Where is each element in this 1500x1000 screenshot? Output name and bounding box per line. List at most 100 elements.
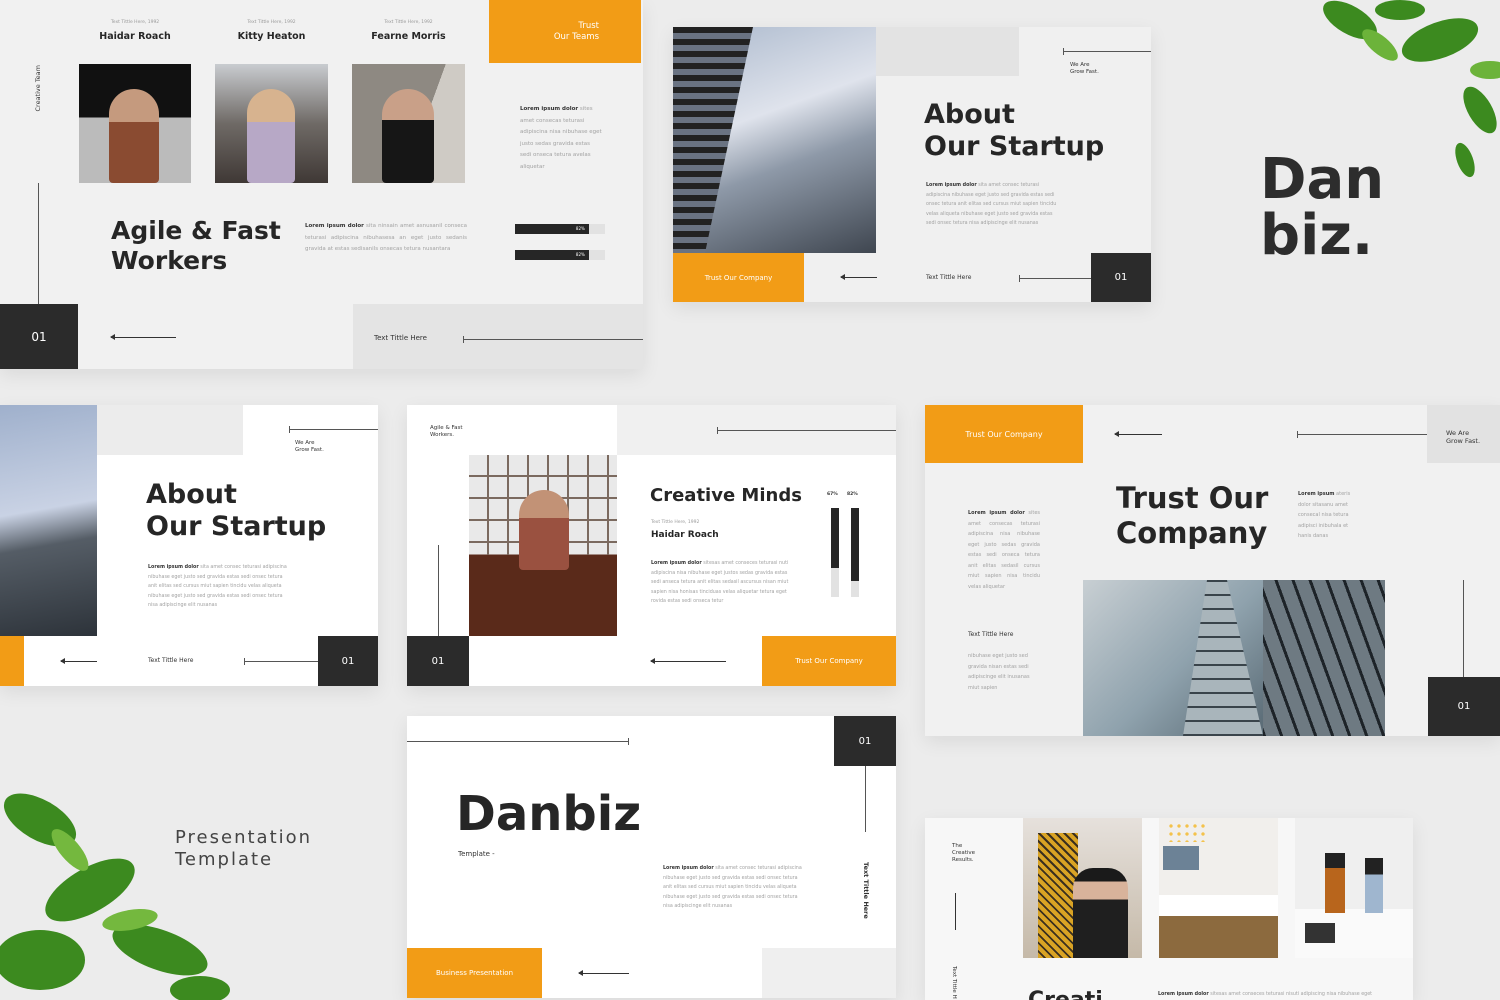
body-text: Lorem ipsum dolor sita amet consec tetur… [926,183,1057,227]
member-caption: Text Tittle Here, 1992 [247,20,296,25]
member-photo [79,64,191,183]
page-number: 01 [0,304,78,369]
arrow-left-icon[interactable] [1114,431,1162,437]
body-text: Lorem ipsum dolor sitesas amet conseces … [651,561,789,605]
team-member: Text Tittle Here, 1992 Fearne Morris [352,20,465,42]
divider [865,766,866,832]
tagline: Presentation Template [175,827,313,870]
arrow-left-icon[interactable] [110,334,176,340]
member-name: Haidar Roach [99,31,171,42]
vertical-title: Text Tittle Here [862,862,870,919]
slide-about-top[interactable]: Trust Our Company We Are Grow Fast. About… [673,27,1151,302]
bar-fill [851,508,859,581]
we-are-label: We Are Grow Fast. [1070,62,1099,76]
slide-title: Creative Minds [650,485,802,506]
body-text: Lorem ipsum dolor sita amet consec tetur… [148,565,287,609]
bar-label: 67% [827,492,838,497]
team-member: Text Tittle Here, 1992 Kitty Heaton [215,20,328,42]
top-line [1297,431,1427,438]
we-are-label: We Are Grow Fast. [295,440,324,454]
trust-company-tag: Trust Our Company [925,405,1083,463]
gray-block [876,27,1019,76]
member-caption: Text Tittle Here, 1992 [384,20,433,25]
slide-creative-minds[interactable]: Agile & Fast Workers. Creative Minds Text… [407,405,896,686]
bar-fill [831,508,839,568]
gray-block [97,405,243,455]
arrow-left-icon[interactable] [60,658,97,664]
slide-cover[interactable]: 01 Text Tittle Here Danbiz Template - Lo… [407,716,896,998]
divider [438,545,439,636]
member-photo [352,64,465,183]
person-name: Haidar Roach [651,530,719,540]
arrow-left-icon[interactable] [578,970,629,976]
slide-creative-results[interactable]: TheCreativeResults. Text Tittle H Creati… [925,818,1413,1000]
body-text: Lorem ipsum dolor sitesas amet conseces … [1158,992,1373,997]
trust-company-tag: Trust Our Company [762,636,896,686]
vertical-bar [851,508,859,597]
top-line [289,426,378,433]
progress-fill: 82% [515,224,589,234]
corner-label: Agile & Fast Workers. [430,425,463,439]
team-photo [1295,818,1413,958]
sub-text: nibuhase eget justo sed gravida nisan es… [968,653,1030,691]
intro-text: Lorem ipsum dolor sites amet consecas te… [520,106,602,170]
business-presentation-tag: Business Presentation [407,948,542,998]
divider [1463,580,1464,677]
progress-fill: 82% [515,250,589,260]
member-photo [215,64,328,183]
arrow-down-icon[interactable] [955,893,956,930]
person-caption: Text Tittle Here, 1992 [651,520,700,525]
member-name: Kitty Heaton [237,31,306,42]
slide-trust-company[interactable]: Trust Our Company We Are Grow Fast. Trust… [925,405,1500,736]
vertical-bar [831,508,839,597]
top-line [1063,48,1151,55]
footer-title: Text Tittle Here [374,334,427,342]
body-text: Lorem ipsum dolor sita amet consec tetur… [663,866,802,910]
side-label: Creative Team [34,65,42,112]
slide-title: About Our Startup [924,99,1105,163]
right-text: Lorem ipsum ateris dolor sitasanu amet c… [1298,491,1351,539]
team-photo [1023,818,1142,958]
divider [38,183,39,304]
team-member: Text Tittle Here, 1992 Haidar Roach [79,20,191,42]
progress-bar: 82% [515,250,605,260]
page-number: 01 [318,636,378,686]
footer-line [463,336,643,343]
cover-title: Danbiz [456,786,642,842]
vertical-title: Text Tittle H [951,966,957,999]
accent-strip [0,636,24,686]
member-caption: Text Tittle Here, 1992 [110,20,160,25]
slide-title: Creati [1028,988,1103,1000]
slide-title: Agile & Fast Workers [111,216,281,275]
footer-title: Text Tittle Here [926,274,972,281]
bottom-gray [762,948,896,998]
results-label: The Creative Results. [952,843,976,864]
trust-company-tag: Trust Our Company [673,253,804,302]
member-name: Fearne Morris [371,31,446,42]
bar-label: 82% [847,492,858,497]
we-are-label: We Are Grow Fast. [1446,429,1481,446]
left-text: Lorem ipsum dolor sites amet consecas te… [968,510,1040,590]
footer-title: Text Tittle Here [148,657,194,664]
leaves-bottom-left [0,793,230,1000]
building-photo [0,405,97,636]
trust-our-teams-badge: Trust Our Teams [489,0,641,63]
top-line [407,741,629,742]
slide-title: Trust Our Company [1116,481,1269,550]
footer-line [1019,275,1091,282]
sub-title: Text Tittle Here [968,631,1014,638]
page-number: 01 [834,716,896,766]
slide-team[interactable]: Text Tittle Here, 1992 Haidar Roach Text… [0,0,643,369]
person-photo [469,455,617,636]
brand-logo: Dan biz. [1260,147,1385,268]
arrow-left-icon[interactable] [650,658,726,664]
arrow-left-icon[interactable] [840,274,877,280]
badge-line1: Trust [578,21,599,32]
footer-line [244,658,318,665]
slide-title: About Our Startup [146,479,327,543]
page-number: 01 [1428,677,1500,736]
slide-about-left[interactable]: We Are Grow Fast. About Our Startup Lorem … [0,405,378,686]
top-line [717,427,896,434]
page-number: 01 [1091,253,1151,302]
progress-bar: 82% [515,224,605,234]
